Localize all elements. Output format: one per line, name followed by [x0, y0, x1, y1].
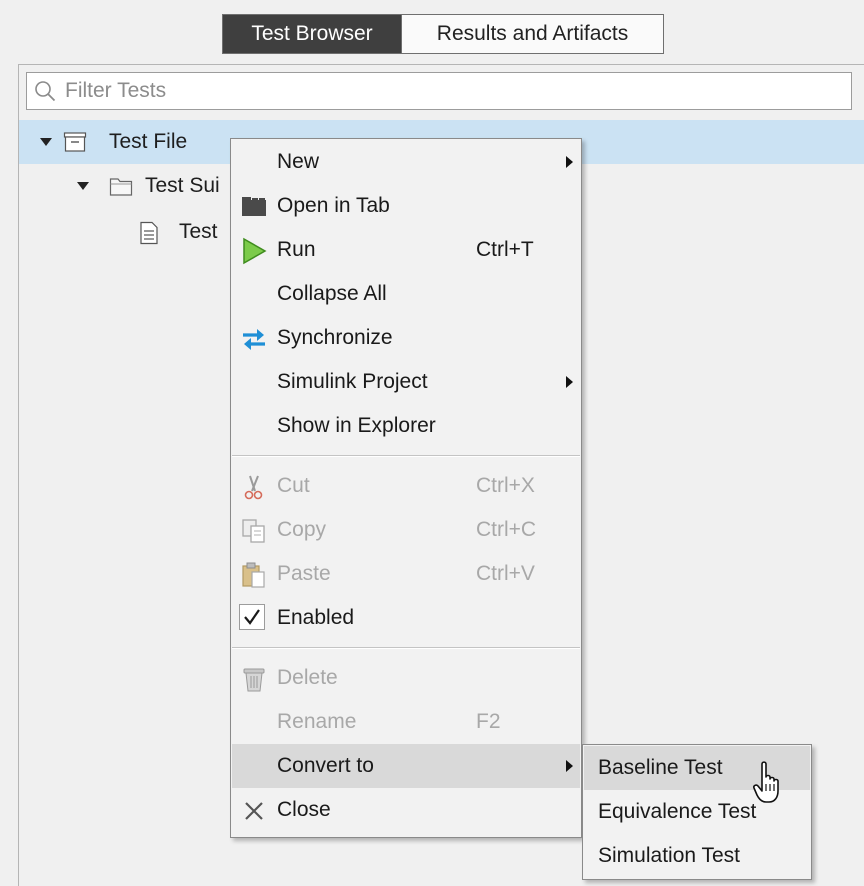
menu-item-label: Open in Tab	[277, 194, 390, 217]
test-suite-label: Test Sui	[145, 174, 220, 197]
hand-pointer-icon	[753, 761, 779, 803]
tab-results-and-artifacts[interactable]: Results and Artifacts	[401, 15, 663, 53]
menu-item-label: Paste	[277, 562, 331, 585]
menu-item-shortcut: F2	[476, 710, 501, 733]
menu-item-label: Convert to	[277, 754, 374, 777]
submenu-arrow-icon	[566, 376, 573, 388]
tab-icon	[242, 197, 266, 216]
menu-item-run[interactable]: Run Ctrl+T	[232, 228, 580, 272]
scissors-icon	[244, 475, 263, 500]
play-icon	[243, 237, 267, 265]
close-icon	[245, 802, 263, 820]
menu-item-copy[interactable]: Copy Ctrl+C	[232, 508, 580, 552]
menu-item-label: Cut	[277, 474, 310, 497]
menu-item-show-in-explorer[interactable]: Show in Explorer	[232, 404, 580, 448]
filter-tests-input[interactable]	[65, 73, 835, 109]
menu-item-label: Delete	[277, 666, 338, 689]
menu-item-shortcut: Ctrl+T	[476, 238, 534, 261]
document-icon	[140, 221, 158, 245]
menu-item-open-in-tab[interactable]: Open in Tab	[232, 184, 580, 228]
menu-item-convert-to[interactable]: Convert to	[232, 744, 580, 788]
menu-item-synchronize[interactable]: Synchronize	[232, 316, 580, 360]
folder-icon	[109, 178, 133, 196]
menu-item-delete[interactable]: Delete	[232, 656, 580, 700]
menu-item-shortcut: Ctrl+X	[476, 474, 535, 497]
menu-item-shortcut: Ctrl+V	[476, 562, 535, 585]
tab-test-browser[interactable]: Test Browser	[223, 15, 401, 53]
caret-down-icon[interactable]	[40, 138, 52, 146]
submenu-item-label: Baseline Test	[598, 756, 723, 779]
test-file-icon	[63, 132, 87, 152]
test-file-label: Test File	[109, 130, 188, 153]
menu-separator	[232, 455, 580, 457]
test-case-label: Test	[179, 220, 218, 243]
menu-item-collapse-all[interactable]: Collapse All	[232, 272, 580, 316]
menu-item-label: Copy	[277, 518, 327, 541]
search-icon	[35, 81, 56, 102]
menu-separator	[232, 647, 580, 649]
menu-item-label: Enabled	[277, 606, 355, 629]
menu-item-cut[interactable]: Cut Ctrl+X	[232, 464, 580, 508]
trash-icon	[243, 668, 265, 692]
menu-item-shortcut: Ctrl+C	[476, 518, 537, 541]
menu-item-close[interactable]: Close	[232, 788, 580, 832]
menu-item-label: Close	[277, 798, 331, 821]
paste-icon	[242, 562, 265, 588]
menu-item-label: Run	[277, 238, 316, 261]
copy-icon	[242, 519, 265, 543]
sync-icon	[243, 329, 265, 350]
menu-item-label: Synchronize	[277, 326, 393, 349]
menu-item-enabled[interactable]: Enabled	[232, 596, 580, 640]
menu-item-paste[interactable]: Paste Ctrl+V	[232, 552, 580, 596]
menu-item-simulink-project[interactable]: Simulink Project	[232, 360, 580, 404]
menu-item-label: Simulink Project	[277, 370, 428, 393]
menu-item-label: New	[277, 150, 320, 173]
tab-strip: Test Browser Results and Artifacts	[222, 14, 664, 54]
menu-item-label: Show in Explorer	[277, 414, 436, 437]
submenu-item-label: Equivalence Test	[598, 800, 757, 823]
menu-item-rename[interactable]: Rename F2	[232, 700, 580, 744]
checkmark-icon	[244, 609, 260, 625]
submenu-item-label: Simulation Test	[598, 844, 741, 867]
enabled-checkbox[interactable]	[239, 604, 265, 630]
submenu-arrow-icon	[566, 760, 573, 772]
caret-down-icon[interactable]	[77, 182, 89, 190]
menu-item-label: Rename	[277, 710, 357, 733]
context-menu: New Open in Tab Run Ctrl+T Collapse All …	[230, 138, 582, 838]
menu-item-new[interactable]: New	[232, 140, 580, 184]
submenu-arrow-icon	[566, 156, 573, 168]
submenu-item-simulation-test[interactable]: Simulation Test	[584, 834, 810, 878]
filter-box	[26, 72, 852, 110]
menu-item-label: Collapse All	[277, 282, 387, 305]
